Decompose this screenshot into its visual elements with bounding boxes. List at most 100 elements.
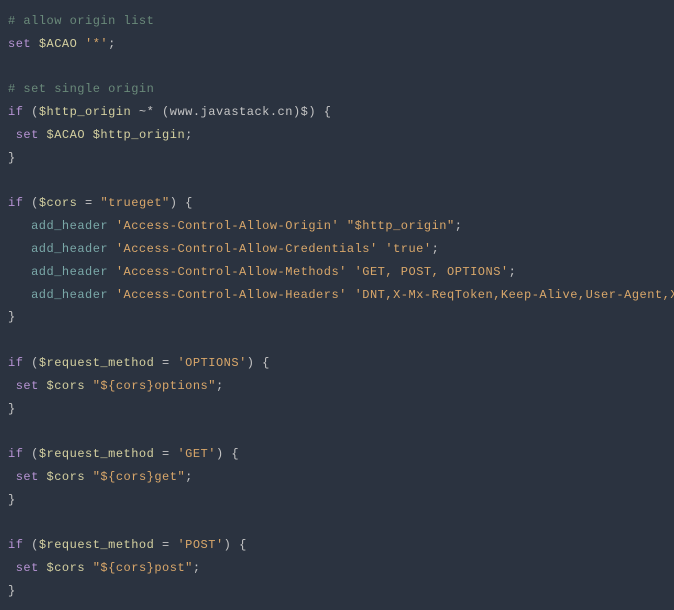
code-line: set $cors "${cors}options";: [8, 375, 666, 398]
token-function: add_header: [31, 219, 108, 233]
token-keyword: if: [8, 538, 23, 552]
code-line: }: [8, 398, 666, 421]
token-string: "${cors}post": [93, 561, 193, 575]
token-punctuation: (: [23, 105, 38, 119]
token-punctuation: ;: [432, 242, 440, 256]
code-line: set $cors "${cors}get";: [8, 466, 666, 489]
token-variable: $cors: [47, 561, 86, 575]
token-string: 'GET': [177, 447, 216, 461]
code-line: set $ACAO '*';: [8, 33, 666, 56]
token-punctuation: [8, 128, 16, 142]
code-line: [8, 420, 666, 443]
code-block: # allow origin list set $ACAO '*'; # set …: [8, 10, 666, 603]
code-line: [8, 56, 666, 79]
code-line: }: [8, 580, 666, 603]
token-string: '*': [85, 37, 108, 51]
token-punctuation: (: [23, 538, 38, 552]
token-punctuation: ~* (www.javastack.cn)$) {: [131, 105, 331, 119]
token-string: 'DNT,X-Mx-ReqToken,Keep-Alive,User-Agent…: [355, 288, 674, 302]
token-punctuation: [8, 219, 31, 233]
token-punctuation: ;: [509, 265, 517, 279]
code-line: add_header 'Access-Control-Allow-Methods…: [8, 261, 666, 284]
code-line: if ($cors = "trueget") {: [8, 192, 666, 215]
token-string: 'POST': [177, 538, 223, 552]
token-punctuation: [339, 219, 347, 233]
token-punctuation: =: [77, 196, 100, 210]
token-variable: $request_method: [39, 356, 155, 370]
token-punctuation: [8, 561, 16, 575]
code-line: }: [8, 489, 666, 512]
token-punctuation: ;: [193, 561, 201, 575]
token-variable: $request_method: [39, 447, 155, 461]
code-line: add_header 'Access-Control-Allow-Headers…: [8, 284, 666, 307]
token-keyword: set: [16, 470, 39, 484]
token-punctuation: }: [8, 151, 16, 165]
token-punctuation: [108, 265, 116, 279]
code-line: [8, 329, 666, 352]
token-punctuation: ) {: [247, 356, 270, 370]
token-punctuation: }: [8, 584, 16, 598]
token-string: "trueget": [100, 196, 169, 210]
code-line: if ($request_method = 'OPTIONS') {: [8, 352, 666, 375]
code-line: # set single origin: [8, 78, 666, 101]
token-keyword: if: [8, 356, 23, 370]
token-keyword: set: [16, 561, 39, 575]
code-line: [8, 170, 666, 193]
token-punctuation: [8, 470, 16, 484]
token-string: "${cors}get": [93, 470, 185, 484]
token-punctuation: [85, 470, 93, 484]
token-punctuation: [108, 288, 116, 302]
token-variable: $request_method: [39, 538, 155, 552]
code-line: if ($request_method = 'GET') {: [8, 443, 666, 466]
code-line: if ($request_method = 'POST') {: [8, 534, 666, 557]
token-punctuation: [31, 37, 39, 51]
token-variable: $ACAO: [47, 128, 86, 142]
token-punctuation: [8, 242, 31, 256]
token-punctuation: (: [23, 447, 38, 461]
token-punctuation: }: [8, 310, 16, 324]
code-line: add_header 'Access-Control-Allow-Origin'…: [8, 215, 666, 238]
token-string: 'Access-Control-Allow-Methods': [116, 265, 347, 279]
token-function: add_header: [31, 242, 108, 256]
token-string: 'Access-Control-Allow-Headers': [116, 288, 347, 302]
code-line: if ($http_origin ~* (www.javastack.cn)$)…: [8, 101, 666, 124]
code-line: # allow origin list: [8, 10, 666, 33]
token-punctuation: [8, 265, 31, 279]
token-punctuation: ;: [185, 470, 193, 484]
token-comment: # set single origin: [8, 82, 154, 96]
token-variable: $http_origin: [39, 105, 131, 119]
token-punctuation: [8, 288, 31, 302]
token-comment: # allow origin list: [8, 14, 154, 28]
token-punctuation: [85, 379, 93, 393]
token-string: 'Access-Control-Allow-Credentials': [116, 242, 378, 256]
token-string: "${cors}options": [93, 379, 216, 393]
token-punctuation: [8, 379, 16, 393]
token-string: 'OPTIONS': [177, 356, 246, 370]
token-punctuation: =: [154, 538, 177, 552]
code-line: set $cors "${cors}post";: [8, 557, 666, 580]
token-punctuation: ) {: [224, 538, 247, 552]
code-line: [8, 512, 666, 535]
token-string: 'Access-Control-Allow-Origin': [116, 219, 339, 233]
token-string: "$http_origin": [347, 219, 455, 233]
token-keyword: set: [8, 37, 31, 51]
token-keyword: if: [8, 196, 23, 210]
token-punctuation: (: [23, 196, 38, 210]
token-punctuation: ) {: [216, 447, 239, 461]
token-punctuation: ;: [185, 128, 193, 142]
token-punctuation: [39, 470, 47, 484]
token-keyword: if: [8, 447, 23, 461]
code-line: }: [8, 147, 666, 170]
token-punctuation: ;: [216, 379, 224, 393]
token-punctuation: [108, 219, 116, 233]
token-punctuation: [347, 288, 355, 302]
token-punctuation: ) {: [170, 196, 193, 210]
token-punctuation: [347, 265, 355, 279]
token-punctuation: [108, 242, 116, 256]
token-punctuation: }: [8, 402, 16, 416]
token-variable: $cors: [47, 470, 86, 484]
token-punctuation: [39, 561, 47, 575]
token-punctuation: (: [23, 356, 38, 370]
token-punctuation: }: [8, 493, 16, 507]
token-punctuation: =: [154, 447, 177, 461]
